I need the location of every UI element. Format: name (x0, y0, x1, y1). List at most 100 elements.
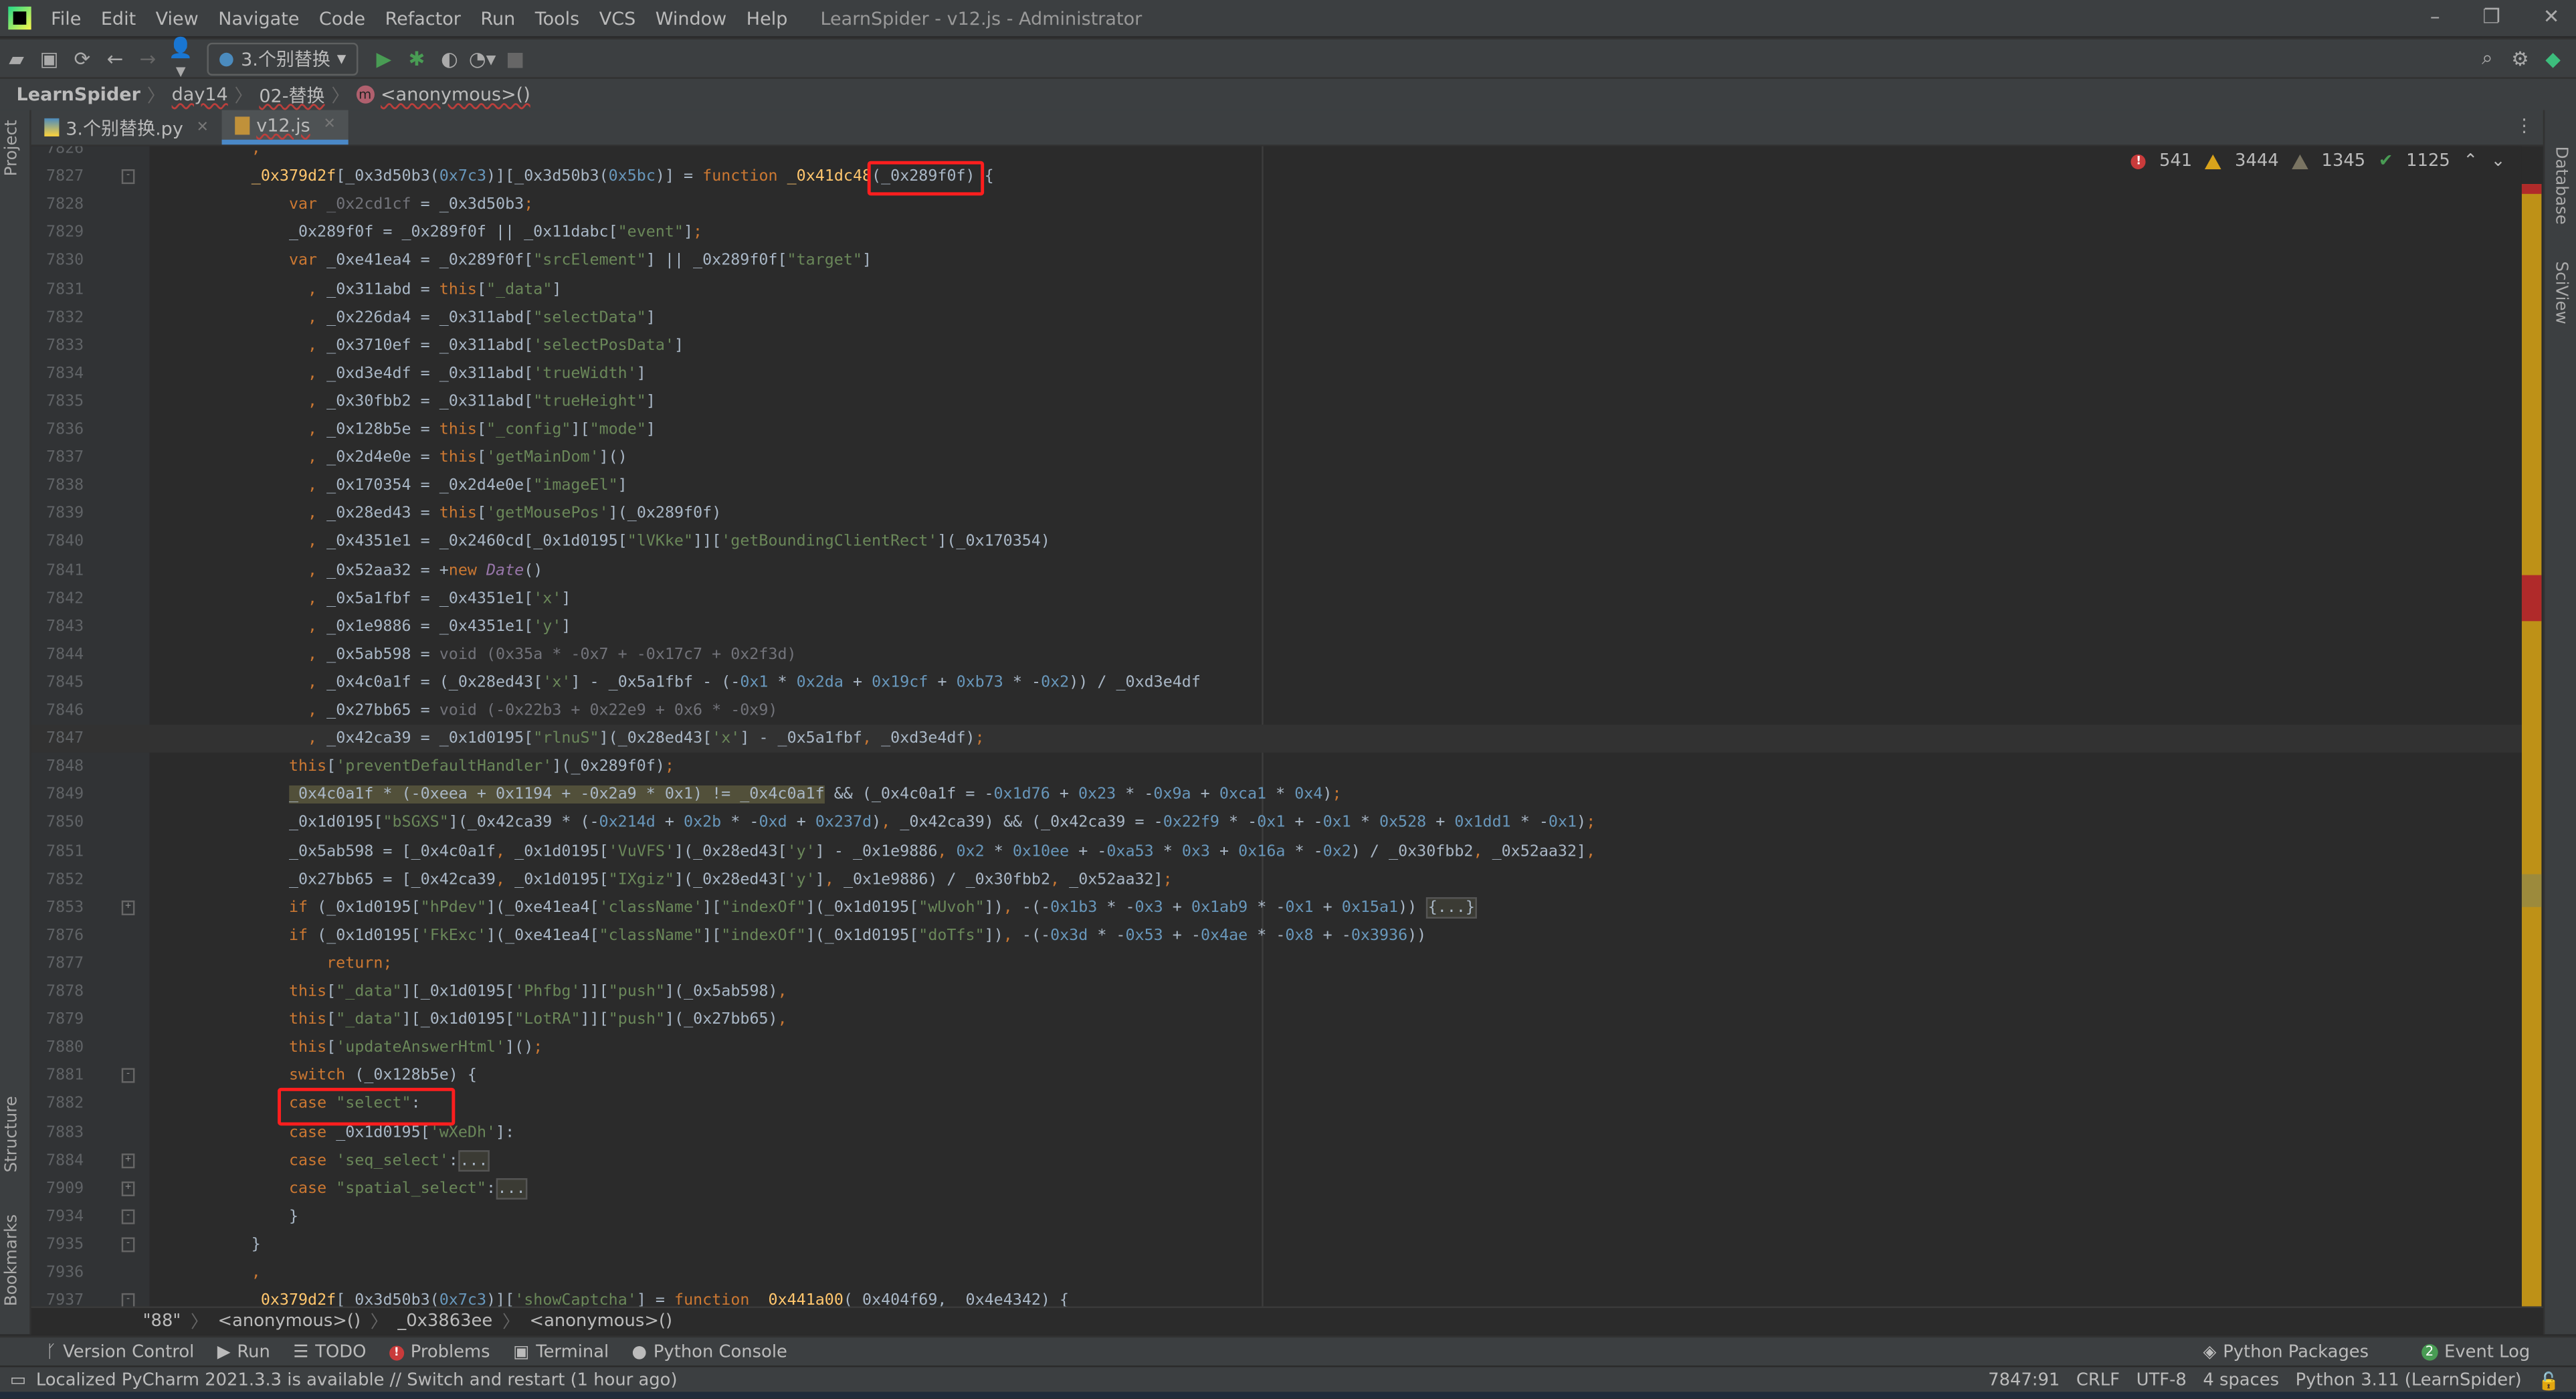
open-folder-icon[interactable]: ▰ (0, 47, 33, 70)
line-number[interactable]: 7934 (35, 1202, 84, 1230)
line-number[interactable]: 7830 (35, 247, 84, 275)
line-number[interactable]: 7841 (35, 556, 84, 584)
code-line[interactable]: 7846, _0x27bb65 = void (-0x22b3 + 0x22e9… (31, 696, 2522, 725)
line-number[interactable]: 7851 (35, 837, 84, 865)
editor-crumb[interactable]: _0x3863ee (397, 1311, 492, 1331)
code-line[interactable]: 7843, _0x1e9886 = _0x4351e1['y'] (31, 612, 2522, 640)
code-editor[interactable]: 7826, 7827- _0x379d2f[_0x3d50b3(0x7c3)][_0… (31, 146, 2522, 1307)
menu-vcs[interactable]: VCS (589, 7, 646, 29)
close-tab-icon[interactable]: ✕ (196, 119, 209, 136)
profile-icon[interactable]: ◔▾ (466, 47, 499, 70)
code-line[interactable]: 7881 - switch (_0x128b5e) { (31, 1062, 2522, 1090)
code-line[interactable]: 7834, _0xd3e4df = _0x311abd['trueWidth'] (31, 359, 2522, 387)
line-number[interactable]: 7852 (35, 865, 84, 893)
minimize-icon[interactable]: – (2430, 5, 2440, 27)
breadcrumb-subfolder[interactable]: 02-替换 (259, 82, 324, 108)
breadcrumb-folder[interactable]: day14 (172, 84, 228, 105)
menu-run[interactable]: Run (471, 7, 525, 29)
code-line[interactable]: 7836, _0x128b5e = this["_config"]["mode"… (31, 415, 2522, 444)
line-number[interactable]: 7880 (35, 1034, 84, 1062)
code-line[interactable]: 7830 var _0xe41ea4 = _0x289f0f["srcElemen… (31, 247, 2522, 275)
menu-view[interactable]: View (146, 7, 209, 29)
code-line[interactable]: 7936, (31, 1258, 2522, 1287)
code-line[interactable]: 7877 return; (31, 949, 2522, 977)
line-number[interactable]: 7834 (35, 359, 84, 387)
code-line[interactable]: 7879 this["_data"][_0x1d0195["LotRA"]]["p… (31, 1006, 2522, 1034)
lock-icon[interactable]: 🔓 (2538, 1370, 2559, 1391)
code-line[interactable]: 7844, _0x5ab598 = void (0x35a * -0x7 + -… (31, 640, 2522, 668)
code-line[interactable]: 7934 -} (31, 1202, 2522, 1230)
fold-collapse-icon[interactable]: - (121, 1068, 135, 1084)
line-number[interactable]: 7848 (35, 753, 84, 781)
sciview-tool-button[interactable]: SciView (2551, 262, 2569, 324)
line-number[interactable]: 7850 (35, 809, 84, 837)
code-line[interactable]: 7835, _0x30fbb2 = _0x311abd["trueHeight"… (31, 387, 2522, 415)
line-number[interactable]: 7833 (35, 331, 84, 359)
sync-icon[interactable]: ⟳ (66, 47, 98, 70)
back-icon[interactable]: ← (98, 47, 131, 70)
line-number[interactable]: 7827 (35, 163, 84, 191)
run-button[interactable]: ▶ Run (217, 1343, 270, 1362)
tab-v12-js[interactable]: v12.js ✕ (221, 110, 349, 145)
code-line[interactable]: 7828 var _0x2cd1cf = _0x3d50b3; (31, 191, 2522, 219)
stop-icon[interactable]: ■ (499, 47, 532, 70)
status-message[interactable]: Localized PyCharm 2021.3.3 is available … (36, 1370, 678, 1390)
line-number[interactable]: 7876 (35, 921, 84, 949)
code-line[interactable]: 7935 -} (31, 1230, 2522, 1258)
code-line[interactable]: 7848 this['preventDefaultHandler'](_0x289… (31, 753, 2522, 781)
code-line[interactable]: 7833, _0x3710ef = _0x311abd['selectPosDa… (31, 331, 2522, 359)
line-separator[interactable]: CRLF (2076, 1370, 2120, 1391)
run-config-selector[interactable]: ● 3.个别替换 ▾ (207, 41, 358, 75)
structure-tool-button[interactable]: Structure (3, 1096, 21, 1172)
folded-code-placeholder[interactable]: ... (496, 1178, 528, 1200)
breadcrumb-project[interactable]: LearnSpider (17, 84, 140, 105)
line-number[interactable]: 7846 (35, 696, 84, 725)
folded-code-placeholder[interactable]: ... (458, 1149, 490, 1172)
menu-help[interactable]: Help (736, 7, 797, 29)
menu-refactor[interactable]: Refactor (375, 7, 471, 29)
line-number[interactable]: 7826 (35, 147, 84, 163)
fold-collapse-icon[interactable]: - (121, 169, 135, 185)
editor-crumb[interactable]: <anonymous>() (530, 1311, 673, 1331)
error-stripe-scrollbar[interactable] (2521, 184, 2542, 1307)
python-console-button[interactable]: ● Python Console (632, 1343, 787, 1362)
python-packages-button[interactable]: ◈ Python Packages (2203, 1343, 2369, 1362)
inspection-widget[interactable]: ! 541 3444 1345 ✔ 1125 ⌃ ⌄ (2131, 151, 2505, 171)
status-toggle-icon[interactable]: ▭ (10, 1370, 26, 1390)
code-line[interactable]: 7839, _0x28ed43 = this['getMousePos'](_0… (31, 500, 2522, 528)
menu-edit[interactable]: Edit (91, 7, 146, 29)
code-line[interactable]: 7832, _0x226da4 = _0x311abd["selectData"… (31, 303, 2522, 331)
search-icon[interactable]: ⌕ (2471, 46, 2504, 71)
close-icon[interactable]: ✕ (2543, 5, 2560, 27)
more-tabs-icon[interactable]: ⋮ (2515, 115, 2533, 136)
menu-tools[interactable]: Tools (525, 7, 589, 29)
line-number[interactable]: 7878 (35, 977, 84, 1006)
line-number[interactable]: 7840 (35, 528, 84, 556)
fold-collapse-icon[interactable]: - (121, 1237, 135, 1252)
line-number[interactable]: 7909 (35, 1174, 84, 1202)
line-number[interactable]: 7829 (35, 219, 84, 247)
line-number[interactable]: 7883 (35, 1118, 84, 1146)
settings-gear-icon[interactable]: ⚙ (2504, 47, 2537, 70)
previous-problem-icon[interactable]: ⌃ (2463, 151, 2478, 171)
menu-navigate[interactable]: Navigate (209, 7, 310, 29)
next-problem-icon[interactable]: ⌄ (2491, 151, 2506, 171)
code-line[interactable]: 7853 + if (_0x1d0195["hPdev"](_0xe41ea4['c… (31, 893, 2522, 921)
forward-icon[interactable]: → (131, 47, 164, 70)
code-line[interactable]: 7878 this["_data"][_0x1d0195['Phfbg']]["p… (31, 977, 2522, 1006)
line-number[interactable]: 7845 (35, 668, 84, 696)
line-number[interactable]: 7844 (35, 640, 84, 668)
run-icon[interactable]: ▶ (367, 47, 400, 70)
save-icon[interactable]: ▣ (33, 47, 66, 70)
code-line[interactable]: 7842, _0x5a1fbf = _0x4351e1['x'] (31, 584, 2522, 612)
menu-window[interactable]: Window (646, 7, 736, 29)
line-number[interactable]: 7832 (35, 303, 84, 331)
editor-crumb[interactable]: "88" (143, 1311, 181, 1331)
code-line[interactable]: 7876 if (_0x1d0195['FkExc'](_0xe41ea4["cl… (31, 921, 2522, 949)
code-line[interactable]: 7884 + case 'seq_select':... (31, 1146, 2522, 1174)
line-number[interactable]: 7882 (35, 1090, 84, 1118)
code-line[interactable]: 7849 _0x4c0a1f * (-0xeea + 0x1194 + -0x2a… (31, 781, 2522, 809)
line-number[interactable]: 7879 (35, 1006, 84, 1034)
toolbox-icon[interactable]: ◆ (2537, 47, 2569, 70)
line-number[interactable]: 7935 (35, 1230, 84, 1258)
